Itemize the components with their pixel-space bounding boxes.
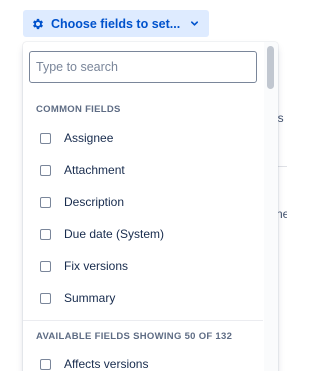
common-fields-heading: COMMON FIELDS <box>36 104 121 115</box>
checkbox[interactable] <box>40 260 51 272</box>
checkbox[interactable] <box>40 164 51 176</box>
option-fix-versions[interactable]: Fix versions <box>23 250 263 282</box>
option-summary[interactable]: Summary <box>23 282 263 314</box>
search-input[interactable] <box>29 51 257 83</box>
option-label: Description <box>64 195 125 209</box>
option-label: Assignee <box>64 131 114 145</box>
available-fields-heading: AVAILABLE FIELDS SHOWING 50 OF 132 <box>36 331 233 342</box>
choose-fields-label: Choose fields to set... <box>51 16 181 31</box>
scrollbar-track[interactable] <box>264 42 278 371</box>
option-label: Affects versions <box>64 357 149 371</box>
option-description[interactable]: Description <box>23 186 263 218</box>
checkbox[interactable] <box>40 196 51 208</box>
option-label: Summary <box>64 291 116 305</box>
option-affects-versions[interactable]: Affects versions <box>23 348 263 371</box>
option-assignee[interactable]: Assignee <box>23 122 263 154</box>
scrollbar-thumb[interactable] <box>267 46 274 89</box>
checkbox[interactable] <box>40 132 51 144</box>
option-due-date[interactable]: Due date (System) <box>23 218 263 250</box>
option-label: Attachment <box>64 163 125 177</box>
fields-dropdown: COMMON FIELDS Assignee Attachment Descri… <box>23 42 278 371</box>
gear-icon <box>31 17 45 31</box>
checkbox[interactable] <box>40 228 51 240</box>
checkbox[interactable] <box>40 358 51 370</box>
chevron-down-icon <box>190 19 199 28</box>
option-label: Fix versions <box>64 259 129 273</box>
choose-fields-button[interactable]: Choose fields to set... <box>23 10 210 37</box>
checkbox[interactable] <box>40 292 51 304</box>
option-attachment[interactable]: Attachment <box>23 154 263 186</box>
page: us ne Choose fields to set... COMMON FIE… <box>0 0 287 371</box>
option-label: Due date (System) <box>64 227 165 241</box>
section-divider <box>23 320 263 321</box>
